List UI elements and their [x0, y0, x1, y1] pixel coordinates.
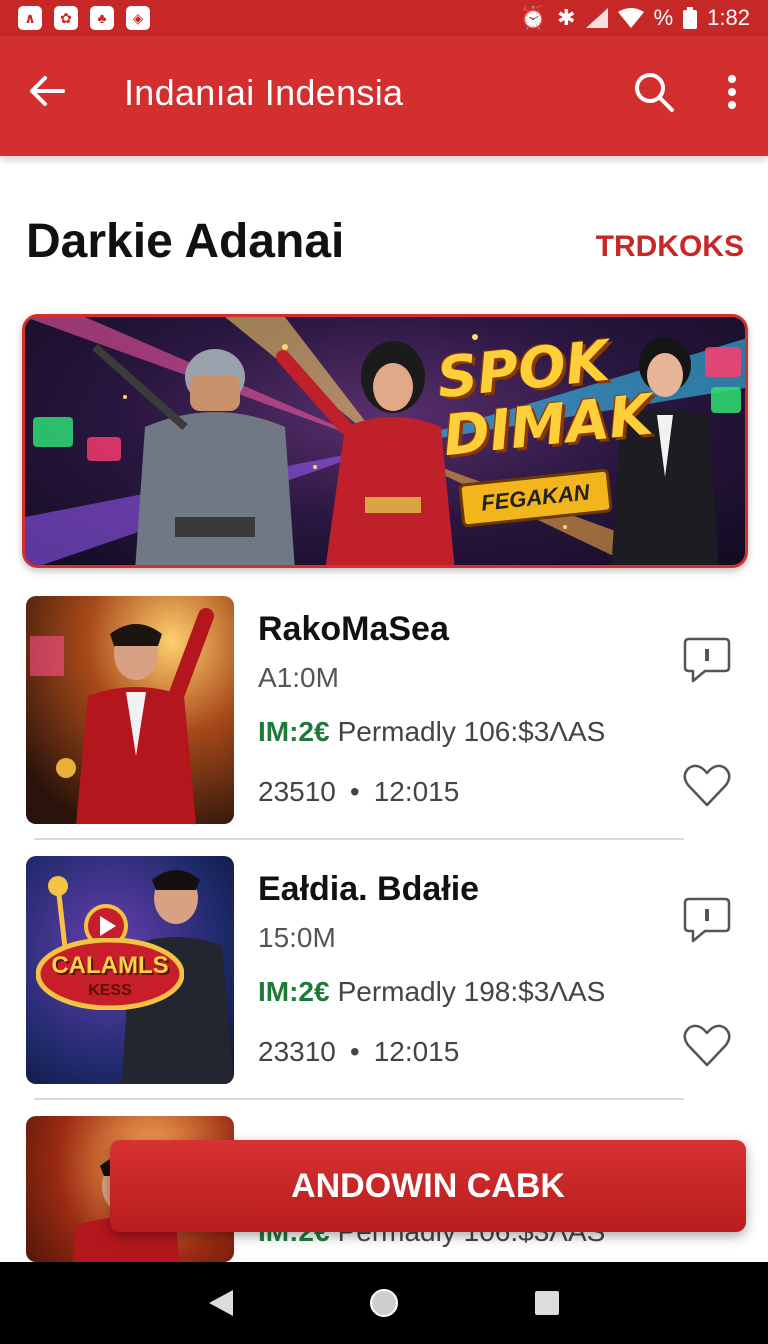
- nav-back-button[interactable]: [201, 1283, 241, 1323]
- search-button[interactable]: [628, 66, 680, 118]
- item-meta: 23510 • 12:015: [258, 776, 459, 808]
- item-title: Eałdia. Bdałie: [258, 870, 480, 908]
- list-item[interactable]: CALAMLS KESS Eałdia. Bdałie 15:0M IM:2€ P…: [0, 856, 768, 1096]
- battery-percent: %: [653, 5, 674, 30]
- square-recents-icon: [534, 1291, 559, 1315]
- item-size: 15:0M: [258, 922, 336, 953]
- notification-app-icon: ∧: [18, 6, 42, 30]
- meta-separator: •: [349, 1036, 360, 1067]
- bluetooth-icon: ✱: [557, 5, 576, 30]
- comment-button[interactable]: [680, 632, 734, 686]
- meta-separator: •: [349, 776, 360, 807]
- thumbnail-badge-subtitle: KESS: [88, 982, 132, 999]
- section-see-all-link[interactable]: TRDKOKS: [596, 230, 744, 264]
- clock: 1:82: [707, 5, 750, 30]
- item-size: A1:0M: [258, 662, 339, 693]
- comment-button[interactable]: [680, 892, 734, 946]
- section-title: Darkie Adanai: [26, 215, 345, 268]
- download-cta-button[interactable]: ANDOWIN CABK: [110, 1140, 746, 1232]
- notification-app-icon: ✿: [54, 6, 78, 30]
- system-icons: ⏰ ✱ % 1:82: [520, 5, 750, 31]
- circle-home-icon: [369, 1289, 398, 1317]
- heart-icon: [683, 764, 731, 807]
- item-price-line: IM:2€Permadly 106:$3ΛAS: [258, 716, 605, 748]
- alarm-icon: ⏰: [519, 5, 548, 30]
- item-price-line: IM:2€ Permadly 198:$3ΛAS: [258, 976, 605, 1008]
- nav-recents-button[interactable]: [527, 1283, 567, 1323]
- item-price: IM:2€: [258, 716, 330, 747]
- app-bar: Indanıai Indensia: [0, 36, 768, 156]
- item-title: RakoMaSea: [258, 610, 449, 648]
- comment-icon: [683, 637, 731, 683]
- item-meta: 23310 • 12:015: [258, 1036, 459, 1068]
- nav-home-button[interactable]: [364, 1283, 404, 1323]
- back-button[interactable]: [22, 66, 72, 116]
- notification-app-icon: ♣: [90, 6, 114, 30]
- more-vert-icon: [728, 75, 736, 109]
- item-price-desc: Permadly 106:$3ΛAS: [337, 716, 606, 747]
- item-stat-time: 12:015: [373, 776, 460, 807]
- notification-app-icon: ◈: [126, 6, 150, 30]
- app-bar-title: Indanıai Indensia: [124, 72, 404, 113]
- divider: [34, 1098, 684, 1100]
- item-price: IM:2€: [258, 976, 330, 1007]
- banner-headline: SPOK DIMAK: [434, 329, 655, 469]
- system-nav-bar: [0, 1262, 768, 1344]
- heart-icon: [683, 1024, 731, 1067]
- item-thumbnail-art: [26, 596, 234, 824]
- divider: [34, 838, 684, 840]
- triangle-back-icon: [209, 1290, 234, 1316]
- item-stat-time: 12:015: [373, 1036, 460, 1067]
- item-stat-downloads: 23310: [258, 1036, 336, 1067]
- comment-icon: [683, 897, 731, 943]
- item-price-desc: Permadly 198:$3ΛAS: [337, 976, 606, 1007]
- arrow-left-icon: [30, 76, 65, 106]
- search-icon: [635, 73, 674, 112]
- favorite-button[interactable]: [680, 1018, 734, 1072]
- battery-icon: [683, 7, 698, 29]
- thumbnail-badge-title: CALAMLS: [51, 952, 169, 979]
- list-item[interactable]: RakoMaSea A1:0M IM:2€ Permadly 106:$3ΛAS …: [0, 596, 768, 836]
- favorite-button[interactable]: [680, 758, 734, 812]
- item-thumbnail: [26, 596, 234, 824]
- more-options-button[interactable]: [712, 66, 752, 118]
- wifi-icon: [617, 8, 644, 28]
- status-bar: ∧ ✿ ♣ ◈ ⏰ ✱ % 1:82: [0, 0, 768, 36]
- signal-icon: [585, 8, 608, 28]
- item-stat-downloads: 23510: [258, 776, 336, 807]
- notification-icons: ∧ ✿ ♣ ◈: [18, 6, 150, 30]
